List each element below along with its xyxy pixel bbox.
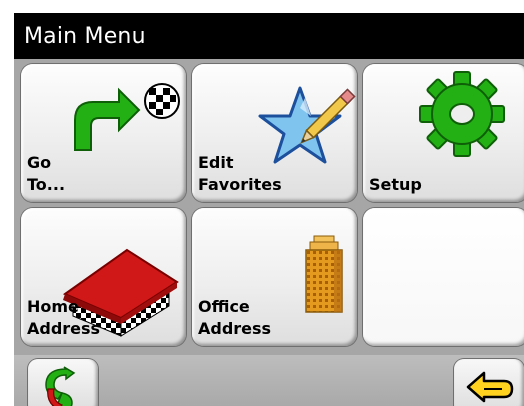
setup-label: Setup (369, 174, 422, 196)
device-screen: Main Menu Go To... Edit Favorites Setup … (14, 13, 524, 406)
page-title: Main Menu (24, 24, 146, 49)
go-to-label: Go To... (27, 152, 65, 196)
edit-favorites-label-line2: Favorites (198, 175, 282, 194)
home-address-label-line1: Home (27, 297, 79, 316)
go-to-label-line2: To... (27, 175, 66, 194)
home-address-button[interactable]: Home Address (21, 208, 186, 346)
edit-favorites-label-line1: Edit (198, 153, 234, 172)
edit-favorites-label: Edit Favorites (198, 152, 282, 196)
title-bar: Main Menu (14, 13, 524, 59)
go-to-label-line1: Go (27, 153, 52, 172)
go-to-button[interactable]: Go To... (21, 64, 186, 202)
back-arrow-icon (466, 371, 514, 403)
route-swap-icon (45, 366, 76, 406)
office-address-label-line2: Address (198, 319, 272, 338)
setup-button[interactable]: Setup (363, 64, 524, 202)
menu-grid: Go To... Edit Favorites Setup Home Addre… (14, 59, 524, 355)
back-button[interactable] (454, 359, 524, 406)
office-address-label-line1: Office (198, 297, 250, 316)
home-address-label-line2: Address (27, 319, 101, 338)
setup-label-line1: Setup (369, 175, 422, 194)
bottom-toolbar (14, 355, 524, 406)
empty-tile (363, 208, 524, 346)
edit-favorites-button[interactable]: Edit Favorites (192, 64, 357, 202)
route-swap-button[interactable] (28, 359, 98, 406)
office-address-button[interactable]: Office Address (192, 208, 357, 346)
office-address-label: Office Address (198, 296, 271, 340)
home-address-label: Home Address (27, 296, 100, 340)
